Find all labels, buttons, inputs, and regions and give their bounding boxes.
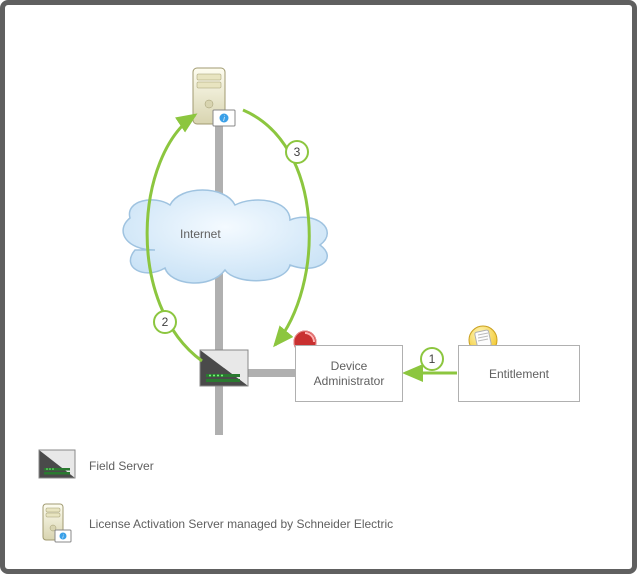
diagram-frame: i [0, 0, 637, 574]
license-server-icon: i [193, 68, 235, 126]
device-admin-box: Device Administrator [295, 345, 403, 402]
entitlement-label: Entitlement [489, 367, 549, 381]
legend-license-server-icon: i [43, 504, 71, 542]
cloud-icon [123, 190, 327, 283]
device-admin-label: Device Administrator [314, 359, 385, 389]
internet-label: Internet [180, 227, 221, 241]
legend-field-server-icon [39, 450, 75, 478]
legend-license-server-label: License Activation Server managed by Sch… [89, 517, 393, 531]
step-2-badge: 2 [153, 310, 177, 334]
legend-field-server-label: Field Server [89, 459, 154, 473]
field-server-icon [200, 350, 248, 386]
entitlement-box: Entitlement [458, 345, 580, 402]
step-1-number: 1 [429, 352, 436, 366]
step-3-number: 3 [294, 145, 301, 159]
step-3-badge: 3 [285, 140, 309, 164]
step-2-number: 2 [162, 315, 169, 329]
step-1-badge: 1 [420, 347, 444, 371]
diagram-canvas: i [5, 5, 632, 569]
